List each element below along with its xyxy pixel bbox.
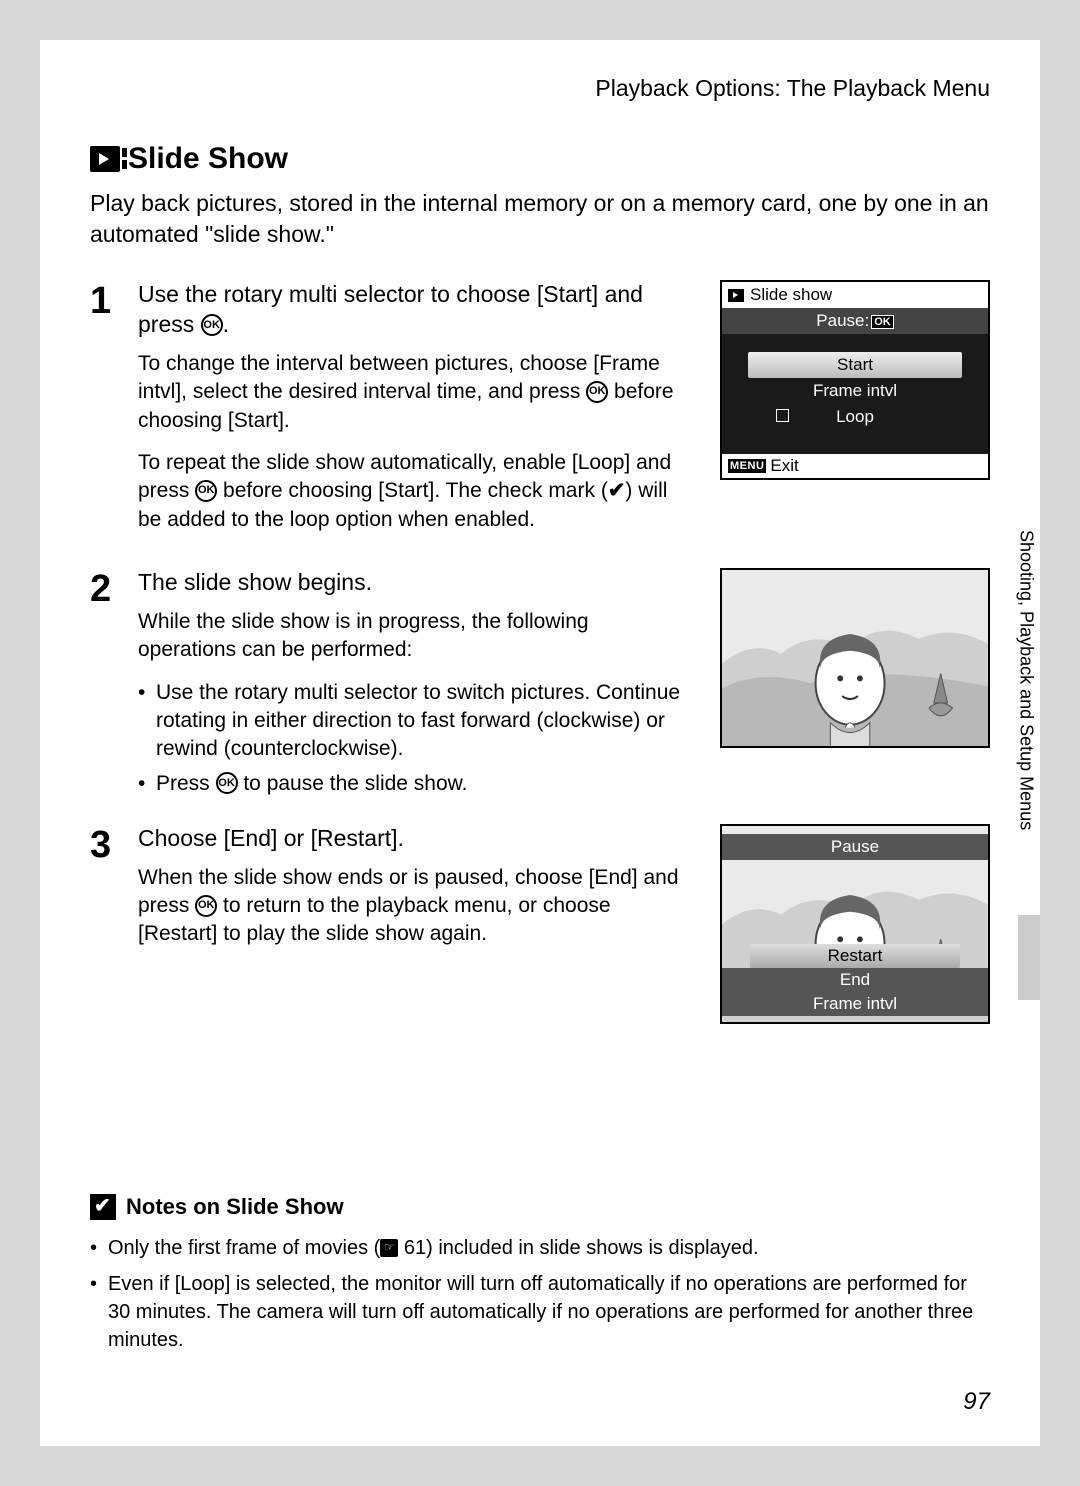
screen-loop-label: Loop xyxy=(836,407,874,426)
screen-playback-image xyxy=(720,568,990,748)
notes-header: Notes on Slide Show xyxy=(90,1194,990,1220)
step-3-number: 3 xyxy=(90,826,120,1024)
sample-photo-illustration xyxy=(722,570,988,747)
notes-title: Notes on Slide Show xyxy=(126,1194,344,1220)
page-ref-icon: ☞ xyxy=(380,1239,398,1257)
ok-badge: OK xyxy=(871,315,894,329)
step-2-p1: While the slide show is in progress, the… xyxy=(138,608,700,665)
step-3: 3 Choose [End] or [Restart]. When the sl… xyxy=(90,824,990,1024)
screen-footer: MENU Exit xyxy=(722,454,988,478)
side-tab-text: Shooting, Playback and Setup Menus xyxy=(1016,530,1037,830)
title-row: Slide Show xyxy=(90,142,990,176)
ok-icon: OK xyxy=(201,314,223,336)
step-1-p1-a: To change the interval between pictures,… xyxy=(138,352,660,403)
step-2-number: 2 xyxy=(90,570,120,804)
screen-titlebar: Slide show xyxy=(722,282,988,308)
screen-frame-row: Frame intvl xyxy=(748,378,962,404)
screen-pause-row: Pause:OK xyxy=(722,308,988,334)
loop-checkbox xyxy=(776,409,789,422)
note-1-b: ) included in slide shows is displayed. xyxy=(426,1237,758,1259)
screen3-restart-row: Restart xyxy=(750,944,960,968)
side-tab-marker xyxy=(1018,915,1040,1000)
note-1-ref: 61 xyxy=(404,1237,426,1259)
step-2-bullets: Use the rotary multi selector to switch … xyxy=(138,679,700,798)
step-1-number: 1 xyxy=(90,282,120,548)
header-breadcrumb: Playback Options: The Playback Menu xyxy=(90,75,990,102)
screen-title: Slide show xyxy=(750,285,832,305)
menu-badge: MENU xyxy=(728,459,766,473)
step-2-b2-b: to pause the slide show. xyxy=(238,772,468,795)
page-title: Slide Show xyxy=(128,142,288,176)
step-1: 1 Use the rotary multi selector to choos… xyxy=(90,280,990,548)
step-3-p1: When the slide show ends or is paused, c… xyxy=(138,864,700,949)
page: Playback Options: The Playback Menu Slid… xyxy=(40,40,1040,1446)
step-1-p2: To repeat the slide show automatically, … xyxy=(138,449,700,534)
slideshow-mini-icon xyxy=(728,289,744,302)
slideshow-icon xyxy=(90,146,120,172)
screen-start-row: Start xyxy=(748,352,962,378)
step-2-title: The slide show begins. xyxy=(138,568,700,598)
note-2: Even if [Loop] is selected, the monitor … xyxy=(90,1270,990,1354)
screen3-frame-row: Frame intvl xyxy=(722,992,988,1016)
step-3-title: Choose [End] or [Restart]. xyxy=(138,824,700,854)
screen-pause-menu: Pause Restart End Frame intvl xyxy=(720,824,990,1024)
note-1: Only the first frame of movies (☞ 61) in… xyxy=(90,1234,990,1262)
note-1-a: Only the first frame of movies ( xyxy=(108,1237,380,1259)
ok-icon: OK xyxy=(195,895,217,917)
step-2-b2-a: Press xyxy=(156,772,216,795)
screen-slideshow-menu: Slide show Pause:OK Start Frame intvl Lo… xyxy=(720,280,990,480)
step-2-b1: Use the rotary multi selector to switch … xyxy=(138,679,700,764)
screen-pause-label: Pause: xyxy=(816,311,869,330)
notes-check-icon xyxy=(90,1194,116,1220)
step-1-title: Use the rotary multi selector to choose … xyxy=(138,280,700,340)
step-2-b2: Press OK to pause the slide show. xyxy=(138,770,700,798)
step-1-title-b: . xyxy=(223,311,229,337)
screen-exit-label: Exit xyxy=(770,456,798,476)
check-icon: ✔ xyxy=(608,479,626,502)
notes-section: Notes on Slide Show Only the first frame… xyxy=(90,1194,990,1354)
ok-icon: OK xyxy=(216,772,238,794)
screen3-pause-row: Pause xyxy=(722,834,988,860)
ok-icon: OK xyxy=(195,480,217,502)
screen3-end-row: End xyxy=(722,968,988,992)
notes-list: Only the first frame of movies (☞ 61) in… xyxy=(90,1234,990,1354)
step-1-p2-b: before choosing [Start]. The check mark … xyxy=(217,479,608,502)
screen3-bottom: Restart End Frame intvl xyxy=(722,944,988,1016)
step-2: 2 The slide show begins. While the slide… xyxy=(90,568,990,804)
step-1-p1: To change the interval between pictures,… xyxy=(138,350,700,435)
intro-text: Play back pictures, stored in the intern… xyxy=(90,188,990,250)
ok-icon: OK xyxy=(586,381,608,403)
screen-loop-row: Loop xyxy=(748,404,962,430)
page-number: 97 xyxy=(963,1388,990,1416)
